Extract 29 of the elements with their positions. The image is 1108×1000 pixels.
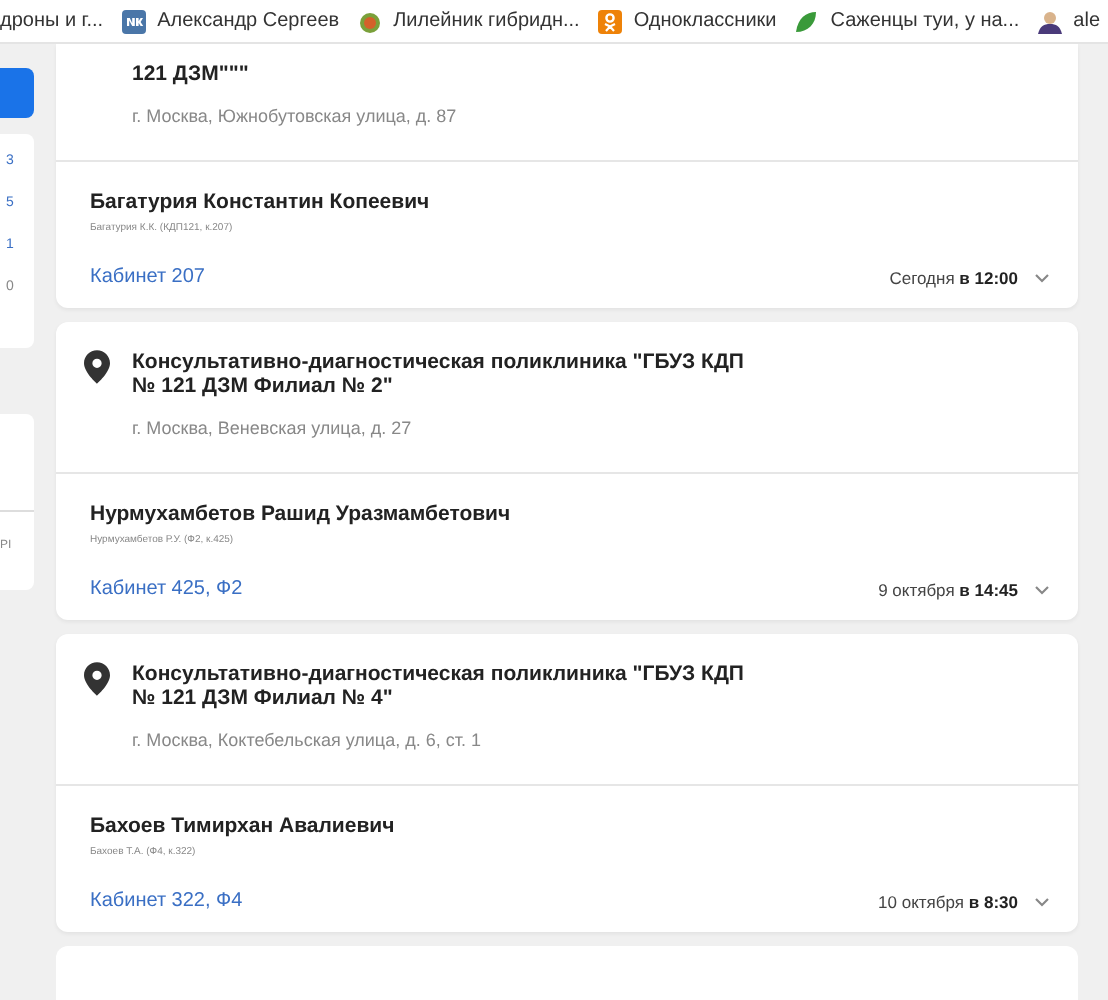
bookmark[interactable]: ale [1037, 9, 1101, 33]
room-link[interactable]: Кабинет 322, Ф4 [90, 890, 243, 912]
bookmark[interactable]: Одноклассники [597, 9, 777, 33]
chevron-down-icon[interactable] [1034, 583, 1050, 595]
doctor-name: Нурмухамбетов Рашид Уразмамбетович [90, 502, 513, 528]
location-pin-icon [84, 350, 110, 384]
room-link[interactable]: Кабинет 207 [90, 266, 205, 288]
chevron-down-icon[interactable] [1034, 271, 1050, 283]
clinic-name: 121 ДЗМ""" [132, 62, 251, 86]
chevron-down-icon[interactable] [1034, 895, 1050, 907]
bookmark[interactable]: Александр Сергеев [121, 9, 340, 33]
clinic-address: г. Москва, Коктебельская улица, д. 6, ст. 1 [132, 730, 483, 750]
clinic-name: Консультативно-диагностическая поликлиника "ГБУЗ КДП № 121 ДЗМ Филиал № 4" [132, 662, 746, 710]
flower-icon [357, 9, 382, 33]
bookmark[interactable]: Саженцы туи, у на... [794, 9, 1020, 33]
appointment-time: 9 октября в 14:45 [878, 579, 1018, 599]
bookmark[interactable]: дроны и г... [0, 10, 104, 32]
appointment-time: Сегодня в 12:00 [889, 267, 1018, 287]
room-link[interactable]: Кабинет 425, Ф2 [90, 578, 243, 600]
clinic-address: г. Москва, Южнобутовская улица, д. 87 [132, 106, 459, 126]
appointment-time: 10 октября в 8:30 [878, 891, 1018, 911]
clinic-address: г. Москва, Веневская улица, д. 27 [132, 418, 414, 438]
clinic-name: Консультативно-диагностическая поликлиника "ГБУЗ КДП № 121 ДЗМ Филиал № 2" [132, 350, 746, 398]
doctor-name: Багатурия Константин Копеевич [90, 190, 432, 216]
person-icon [1037, 9, 1062, 33]
bookmark[interactable]: Лилейник гибридн... [357, 9, 580, 33]
doctor-name: Бахоев Тимирхан Авалиевич [90, 814, 397, 840]
leaf-icon [794, 9, 819, 33]
location-pin-icon [84, 662, 110, 696]
